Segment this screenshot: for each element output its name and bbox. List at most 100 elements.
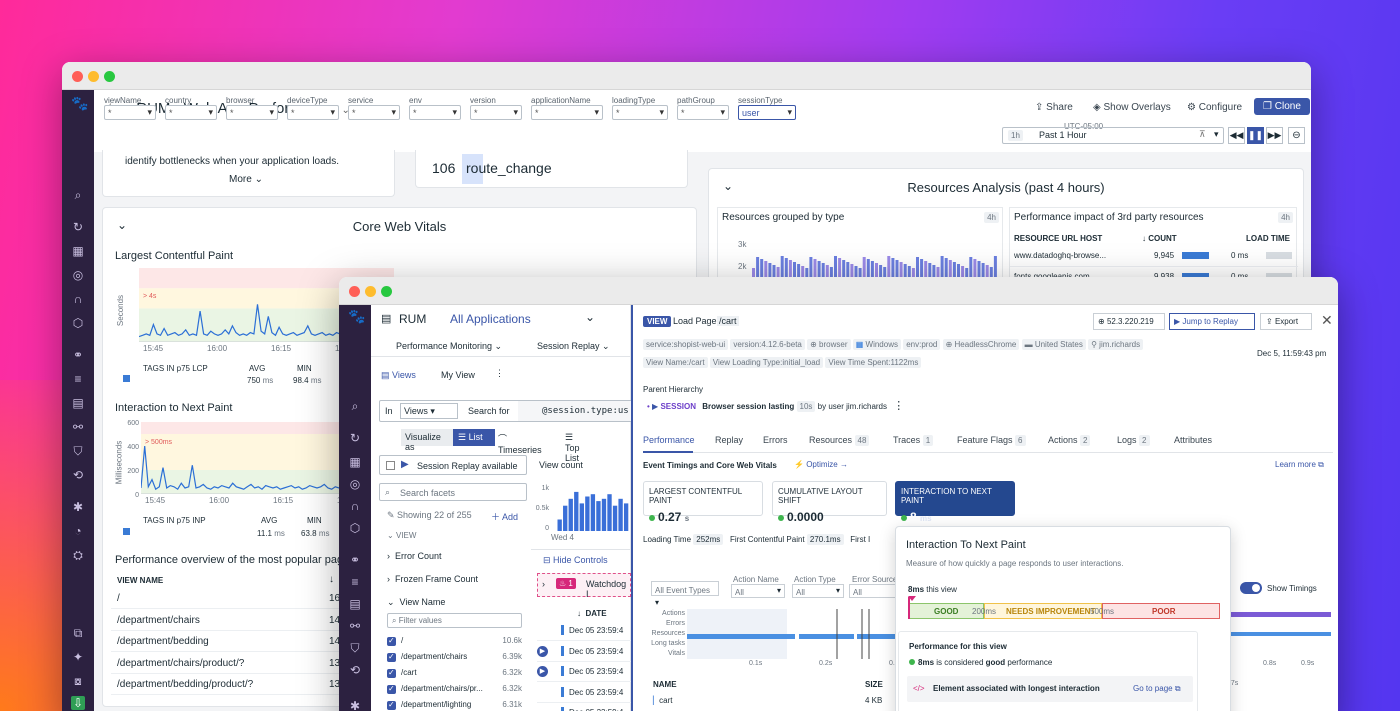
filter-devicetype[interactable]: deviceType *: [287, 96, 339, 120]
puzzle-icon[interactable]: ⧉: [71, 626, 85, 640]
dashboards-icon[interactable]: ▦: [348, 455, 362, 469]
play-replay-icon[interactable]: ▶: [537, 666, 548, 677]
date-column[interactable]: ↓ DATE: [577, 609, 607, 618]
session-replay-filter[interactable]: ▶ Session Replay available: [379, 455, 527, 475]
view-count-chart[interactable]: [557, 485, 629, 531]
close-dot[interactable]: [349, 286, 360, 297]
tab-feature-flags[interactable]: Feature Flags 6: [957, 435, 1026, 446]
view-name-facet[interactable]: ⌄ View Name: [387, 597, 445, 608]
logs-icon[interactable]: ≡: [348, 575, 362, 589]
tab-logs[interactable]: Logs 2: [1117, 435, 1150, 446]
error-count-facet[interactable]: › Error Count: [387, 551, 442, 561]
fast-forward-button[interactable]: ▶▶: [1266, 127, 1283, 144]
filter-country[interactable]: country *: [165, 96, 217, 120]
integrations-icon[interactable]: ⚯: [71, 420, 85, 434]
filter-applicationname[interactable]: applicationName *: [531, 96, 603, 120]
checkbox[interactable]: [387, 652, 396, 662]
cls-vital-card[interactable]: CUMULATIVE LAYOUT SHIFT 0.0000: [772, 481, 887, 524]
synthetics-icon[interactable]: ⟲: [348, 663, 362, 677]
minimize-dot[interactable]: [365, 286, 376, 297]
tab-performance[interactable]: Performance: [643, 435, 695, 445]
gauge-icon[interactable]: ◔: [71, 524, 85, 538]
clone-button[interactable]: ❐ Clone: [1254, 98, 1310, 115]
maximize-dot[interactable]: [104, 71, 115, 82]
close-icon[interactable]: ✕: [1321, 312, 1333, 329]
filter-value[interactable]: *: [677, 105, 729, 120]
view-loading-type-attr[interactable]: View Loading Type:initial_load: [709, 357, 824, 368]
name-column[interactable]: NAME: [653, 680, 677, 689]
lcp-vital-card[interactable]: LARGEST CONTENTFUL PAINT 0.27 s: [643, 481, 763, 524]
filter-loadingtype[interactable]: loadingType *: [612, 96, 668, 120]
filter-value[interactable]: *: [612, 105, 668, 120]
minimize-dot[interactable]: [88, 71, 99, 82]
facet-value-item[interactable]: /department/chairs 6.39k: [387, 651, 522, 665]
recent-icon[interactable]: ↻: [71, 220, 85, 234]
apm-icon[interactable]: ⚭: [71, 348, 85, 362]
facet-value-item[interactable]: /department/lighting 6.31k: [387, 699, 522, 711]
binoculars-icon[interactable]: ∩: [348, 499, 362, 513]
show-timings-toggle[interactable]: [1240, 582, 1262, 594]
tab-attributes[interactable]: Attributes: [1174, 435, 1212, 445]
configure-button[interactable]: ⚙ Configure: [1187, 102, 1242, 113]
integrations-icon[interactable]: ⚯: [348, 619, 362, 633]
learn-more-link[interactable]: Learn more ⧉: [1275, 460, 1324, 470]
timeseries-view-button[interactable]: ⌒ Timeseries: [498, 432, 542, 455]
chevron-down-icon[interactable]: ⌄: [585, 310, 595, 324]
frozen-frame-facet[interactable]: › Frozen Frame Count: [387, 574, 478, 584]
infrastructure-icon[interactable]: ⬡: [71, 316, 85, 330]
recent-icon[interactable]: ↻: [348, 431, 362, 445]
go-to-page-link[interactable]: Go to page ⧉: [1133, 684, 1181, 694]
checkbox[interactable]: [387, 700, 396, 710]
bug-icon[interactable]: ✱: [348, 699, 362, 711]
apm-icon[interactable]: ⚭: [348, 553, 362, 567]
sort-arrow-icon[interactable]: ↓: [329, 574, 334, 585]
tab-replay[interactable]: Replay: [715, 435, 743, 445]
datadog-logo-icon[interactable]: 🐾: [348, 309, 365, 323]
search-bar[interactable]: In Views ▾ Search for @session.type:us: [379, 400, 639, 422]
country-tag[interactable]: ▬ United States: [1021, 339, 1086, 350]
security-icon[interactable]: ⛉: [348, 641, 362, 655]
filter-version[interactable]: version *: [470, 96, 522, 120]
event-row[interactable]: Dec 05 23:59:4: [537, 621, 631, 641]
monitors-icon[interactable]: ◎: [348, 477, 362, 491]
search-icon[interactable]: ⌕: [71, 188, 85, 202]
maximize-dot[interactable]: [381, 286, 392, 297]
tab-resources[interactable]: Resources 48: [809, 435, 870, 446]
resources-chart[interactable]: [752, 238, 998, 278]
facet-value-item[interactable]: /cart 6.32k: [387, 667, 522, 681]
rewind-button[interactable]: ◀◀: [1228, 127, 1245, 144]
chevron-down-icon[interactable]: ▾: [1214, 129, 1219, 140]
filter-pathgroup[interactable]: pathGroup *: [677, 96, 729, 120]
application-selector[interactable]: All Applications: [450, 312, 531, 326]
my-view-tab[interactable]: My View: [441, 370, 475, 380]
action-name-filter[interactable]: All ▾: [731, 584, 785, 598]
play-replay-icon[interactable]: ▶: [537, 645, 548, 657]
parent-session[interactable]: • ▶ SESSION Browser session lasting 10s …: [647, 399, 904, 412]
logs-icon[interactable]: ≡: [71, 372, 85, 386]
facet-value-item[interactable]: /department/chairs/pr... 6.32k: [387, 683, 522, 697]
waterfall-chart[interactable]: [687, 609, 900, 661]
jump-to-replay-button[interactable]: ▶ Jump to Replay: [1169, 313, 1255, 330]
add-facet-button[interactable]: ＋ Add: [491, 510, 518, 523]
filter-value[interactable]: *: [531, 105, 603, 120]
more-options-icon[interactable]: ⋮: [893, 400, 904, 412]
service-tag[interactable]: service:shopist-web-ui: [643, 339, 729, 350]
views-tab[interactable]: ▤ Views: [381, 370, 416, 381]
close-dot[interactable]: [72, 71, 83, 82]
size-column[interactable]: SIZE: [865, 680, 883, 689]
security-icon[interactable]: ⛉: [71, 444, 85, 458]
replay-checkbox[interactable]: [386, 461, 395, 470]
filter-value[interactable]: *: [348, 105, 400, 120]
filter-service[interactable]: service *: [348, 96, 400, 120]
binoculars-icon[interactable]: ∩: [71, 292, 85, 306]
performance-monitoring-menu[interactable]: Performance Monitoring ⌄: [396, 341, 502, 352]
rum-icon[interactable]: ▤: [71, 396, 85, 410]
share-button[interactable]: ⇪ Share: [1035, 102, 1073, 113]
export-button[interactable]: ⇪ Export: [1260, 313, 1312, 330]
zoom-out-icon[interactable]: ⊖: [1288, 127, 1305, 144]
time-range-picker[interactable]: 1h Past 1 Hour ⊼ ▾: [1002, 127, 1224, 144]
tab-traces[interactable]: Traces 1: [893, 435, 934, 446]
views-selector[interactable]: Views ▾: [400, 403, 458, 419]
user-agent-tag[interactable]: ⊕ HeadlessChrome: [942, 339, 1020, 350]
session-replay-menu[interactable]: Session Replay ⌄: [537, 341, 610, 352]
